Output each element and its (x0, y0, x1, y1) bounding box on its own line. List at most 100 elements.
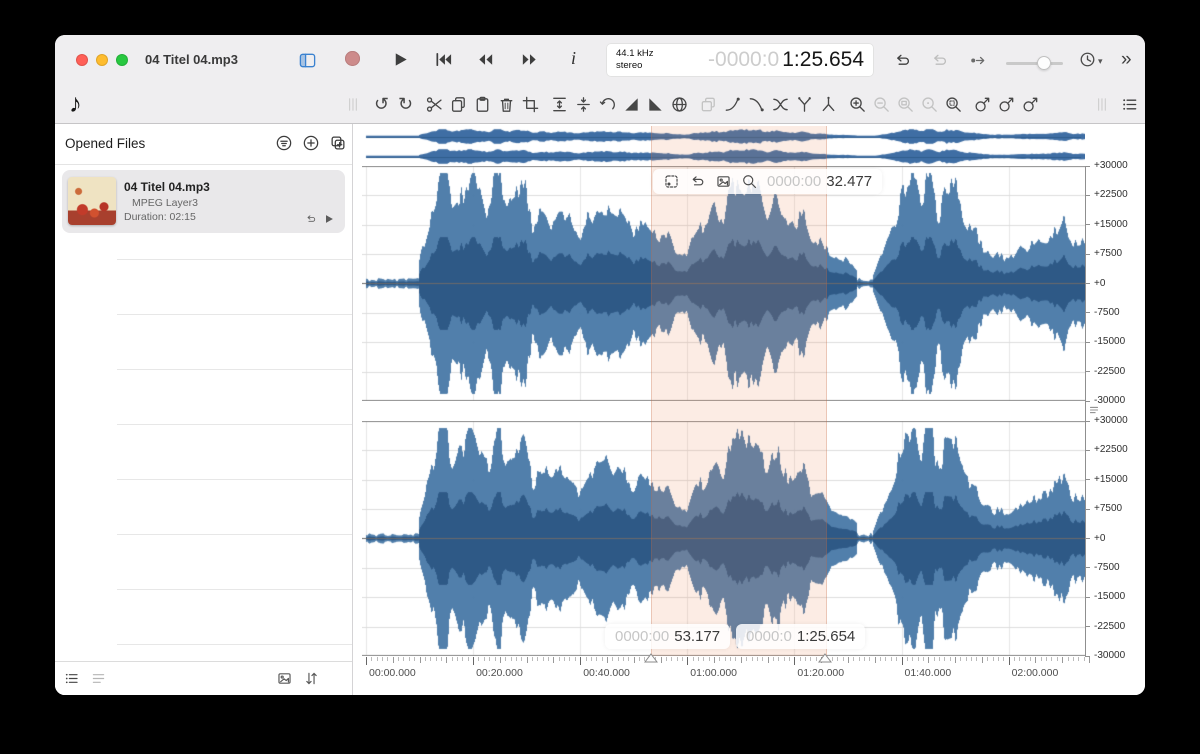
crop-button[interactable] (521, 95, 540, 114)
timeline-tick (569, 657, 571, 661)
rewind-button[interactable] (476, 50, 495, 69)
split-channels-button[interactable] (795, 95, 814, 114)
file-loop-icon[interactable] (305, 213, 317, 225)
toolbar-overflow-button[interactable]: » (1121, 49, 1132, 71)
paste-button[interactable] (473, 95, 492, 114)
timeline-label: 02:00.000 (1011, 667, 1059, 679)
merge-channels-button[interactable] (819, 95, 838, 114)
record-button[interactable] (345, 51, 360, 66)
redo-button[interactable]: ↻ (396, 94, 415, 114)
marker-link-button[interactable] (1021, 95, 1040, 114)
selection-end-handle[interactable] (818, 653, 832, 663)
info-button[interactable]: i (571, 48, 576, 69)
play-from-cursor-button[interactable] (968, 51, 987, 70)
add-file-button[interactable] (302, 134, 320, 152)
scale-label: -30000 (1094, 650, 1126, 661)
cut-button[interactable] (425, 95, 444, 114)
toolbar-options-button[interactable] (1120, 95, 1139, 114)
volume-slider[interactable] (1006, 56, 1063, 70)
selection-start-handle[interactable] (644, 653, 658, 663)
zoom-out-button[interactable] (872, 95, 891, 114)
add-multiple-files-button[interactable] (329, 134, 347, 152)
copy-button[interactable] (449, 95, 468, 114)
window-content: Opened Files 04 Titel 04.mp3 MPEG Layer3… (55, 124, 1145, 695)
scale-tick (1085, 400, 1090, 402)
minimize-window-button[interactable] (96, 54, 108, 66)
sidebar-footer (55, 661, 352, 695)
artwork-view-button[interactable] (276, 670, 293, 687)
history-chevron-icon[interactable]: ▾ (1098, 56, 1103, 67)
fade-in-button[interactable] (622, 95, 641, 114)
selection-overlay[interactable] (651, 126, 827, 656)
marker-loop-button[interactable] (997, 95, 1016, 114)
channel-options-icon[interactable] (1088, 404, 1100, 416)
export-image-icon[interactable] (715, 173, 732, 190)
timeline-tick (446, 657, 448, 663)
play-button[interactable] (391, 50, 410, 69)
reverse-button[interactable] (598, 95, 617, 114)
timeline-tick (719, 657, 721, 661)
delete-button[interactable] (497, 95, 516, 114)
scale-label: +22500 (1094, 189, 1128, 201)
marker-insert-button[interactable] (973, 95, 992, 114)
duplicate-button[interactable] (699, 95, 718, 114)
fast-forward-button[interactable] (520, 50, 539, 69)
compact-view-button[interactable] (90, 670, 107, 687)
timeline-tick (698, 657, 699, 661)
repeat-button[interactable] (930, 51, 949, 70)
fit-amplitude-button[interactable] (550, 95, 569, 114)
history-button[interactable] (1078, 50, 1097, 69)
zoom-to-selection-icon[interactable] (741, 173, 758, 190)
time-display: -0000:0 1:25.654 (708, 48, 864, 72)
timeline-tick (906, 657, 908, 661)
timeline-tick (681, 657, 683, 661)
timeline-tick (623, 657, 625, 661)
fade-out-button[interactable] (646, 95, 665, 114)
file-list-separator (117, 644, 352, 645)
close-window-button[interactable] (76, 54, 88, 66)
skip-to-start-button[interactable] (434, 50, 453, 69)
sidebar-header: Opened Files (55, 124, 352, 165)
marquee-select-icon[interactable] (663, 173, 680, 190)
zoom-selection-button[interactable] (944, 95, 963, 114)
loop-selection-icon[interactable] (689, 173, 706, 190)
timeline-tick (473, 657, 475, 665)
timeline-tick (1088, 657, 1090, 663)
timeline-tick (596, 657, 598, 661)
crossfade-button[interactable] (771, 95, 790, 114)
toolbar-drag-handle[interactable] (1092, 95, 1111, 114)
loop-playback-button[interactable] (893, 51, 912, 70)
timeline-tick (387, 657, 389, 661)
sidebar-toggle-button[interactable] (298, 51, 317, 70)
sort-files-button[interactable] (303, 670, 320, 687)
filter-files-button[interactable] (275, 134, 293, 152)
file-play-button[interactable] (323, 213, 335, 225)
timeline-label: 00:00.000 (369, 667, 416, 679)
timeline-tick (532, 657, 533, 661)
scale-tick (1085, 224, 1090, 226)
edit-toolbar-drag-handle[interactable] (343, 95, 362, 114)
file-list-separator (117, 589, 352, 590)
timeline-tick (398, 657, 400, 661)
timeline-tick (408, 657, 410, 661)
scale-label: +30000 (1094, 160, 1128, 171)
timeline-tick (542, 657, 544, 661)
envelope-down-button[interactable] (747, 95, 766, 114)
envelope-up-button[interactable] (723, 95, 742, 114)
volume-slider-knob[interactable] (1037, 56, 1051, 70)
zoom-window-button[interactable] (116, 54, 128, 66)
selection-end-chip: 0000:0 1:25.654 (736, 624, 866, 649)
file-duration: Duration: 02:15 (124, 211, 196, 223)
zoom-actual-button[interactable] (920, 95, 939, 114)
file-list-separator (117, 259, 352, 260)
zoom-fit-button[interactable] (896, 95, 915, 114)
app-window: 04 Titel 04.mp3 i 44.1 kHz stereo -0000:… (55, 35, 1145, 695)
timeline-tick (510, 657, 512, 661)
zoom-in-button[interactable] (848, 95, 867, 114)
opened-file-item[interactable]: 04 Titel 04.mp3 MPEG Layer3 Duration: 02… (62, 170, 345, 233)
list-view-button[interactable] (63, 670, 80, 687)
undo-button[interactable]: ↺ (372, 94, 391, 114)
normalize-button[interactable] (670, 95, 689, 114)
center-amplitude-button[interactable] (574, 95, 593, 114)
timeline-tick (376, 657, 378, 661)
